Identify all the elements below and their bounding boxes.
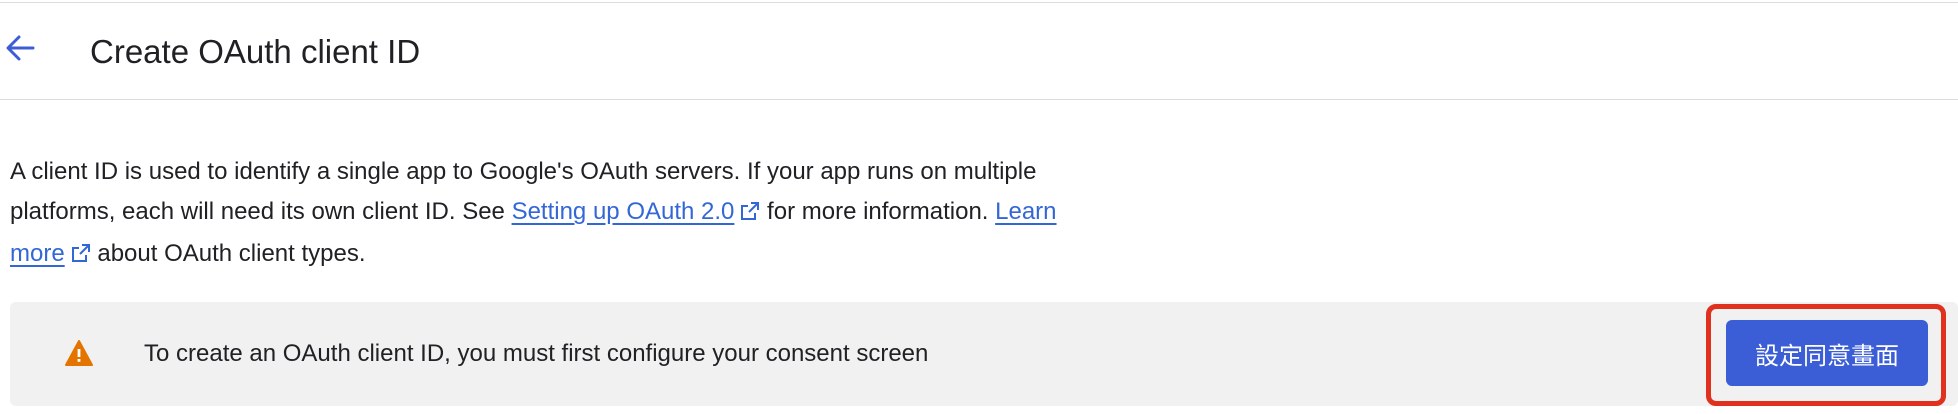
description-text-2: for more information. [760,198,996,225]
open-in-new-icon[interactable] [71,236,91,276]
description-paragraph: A client ID is used to identify a single… [10,152,1070,276]
top-divider [0,2,1958,3]
banner-message: To create an OAuth client ID, you must f… [144,340,929,367]
setting-up-oauth-link[interactable]: Setting up OAuth 2.0 [512,198,735,225]
arrow-back-icon [5,35,35,66]
consent-warning-banner: To create an OAuth client ID, you must f… [10,302,1958,406]
page-header: Create OAuth client ID [0,4,1958,100]
page: Create OAuth client ID A client ID is us… [0,0,1958,414]
configure-consent-screen-button[interactable]: 設定同意畫面 [1726,320,1928,386]
open-in-new-icon[interactable] [740,194,760,234]
description-text-3: about OAuth client types. [90,240,366,267]
page-title: Create OAuth client ID [90,33,421,70]
warning-icon [64,339,94,367]
back-button[interactable] [0,30,40,70]
